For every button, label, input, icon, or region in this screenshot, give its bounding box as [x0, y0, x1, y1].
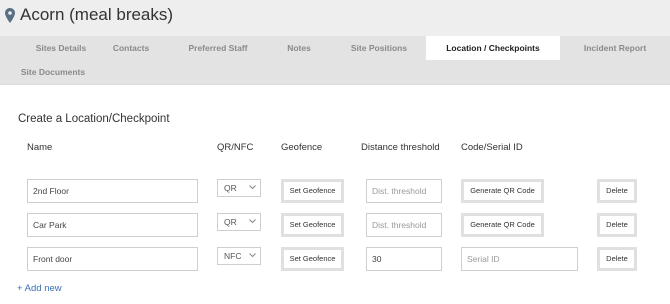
column-header-code-serial-id: Code/Serial ID [461, 142, 523, 153]
map-pin-icon [5, 8, 15, 23]
tab-notes[interactable]: Notes [266, 36, 332, 60]
tab-preferred-staff[interactable]: Preferred Staff [170, 36, 266, 60]
qr-nfc-select-value: QR [224, 217, 237, 227]
set-geofence-button[interactable]: Set Geofence [281, 247, 344, 271]
qr-nfc-select-value: QR [224, 183, 237, 193]
distance-threshold-input[interactable]: Dist. threshold [366, 213, 442, 237]
tab-incident-report[interactable]: Incident Report [560, 36, 670, 60]
generate-qr-code-button[interactable]: Generate QR Code [461, 213, 544, 237]
tab-site-positions[interactable]: Site Positions [332, 36, 426, 60]
page-title: Acorn (meal breaks) [20, 5, 174, 24]
column-header-geofence: Geofence [281, 142, 323, 153]
section-title: Create a Location/Checkpoint [18, 113, 170, 125]
tab-location-checkpoints[interactable]: Location / Checkpoints [426, 36, 560, 60]
column-header-distance-threshold: Distance threshold [361, 142, 440, 153]
tab-contacts[interactable]: Contacts [92, 36, 170, 60]
qr-nfc-select-value: NFC [224, 251, 242, 261]
add-new-link[interactable]: + Add new [17, 283, 62, 294]
delete-button[interactable]: Delete [597, 179, 637, 203]
location-name-input[interactable]: Front door [27, 247, 198, 271]
chevron-down-icon [249, 185, 256, 190]
page-header: Acorn (meal breaks) [0, 0, 670, 36]
chevron-down-icon [249, 253, 256, 258]
qr-nfc-select[interactable]: QR [217, 213, 261, 231]
delete-button[interactable]: Delete [597, 213, 637, 237]
delete-button[interactable]: Delete [597, 247, 637, 271]
chevron-down-icon [249, 219, 256, 224]
location-name-input[interactable]: Car Park [27, 213, 198, 237]
distance-threshold-input[interactable]: 30 [366, 247, 442, 271]
location-name-input[interactable]: 2nd Floor [27, 179, 198, 203]
set-geofence-button[interactable]: Set Geofence [281, 213, 344, 237]
column-header-qr-nfc: QR/NFC [217, 142, 254, 153]
generate-qr-code-button[interactable]: Generate QR Code [461, 179, 544, 203]
qr-nfc-select[interactable]: QR [217, 179, 261, 197]
serial-id-input[interactable]: Serial ID [461, 247, 578, 271]
tab-bar: Sites Details Contacts Preferred Staff N… [0, 36, 670, 84]
set-geofence-button[interactable]: Set Geofence [281, 179, 344, 203]
distance-threshold-input[interactable]: Dist. threshold [366, 179, 442, 203]
column-header-name: Name [27, 142, 53, 153]
qr-nfc-select[interactable]: NFC [217, 247, 261, 265]
tab-site-documents[interactable]: Site Documents [0, 60, 106, 84]
